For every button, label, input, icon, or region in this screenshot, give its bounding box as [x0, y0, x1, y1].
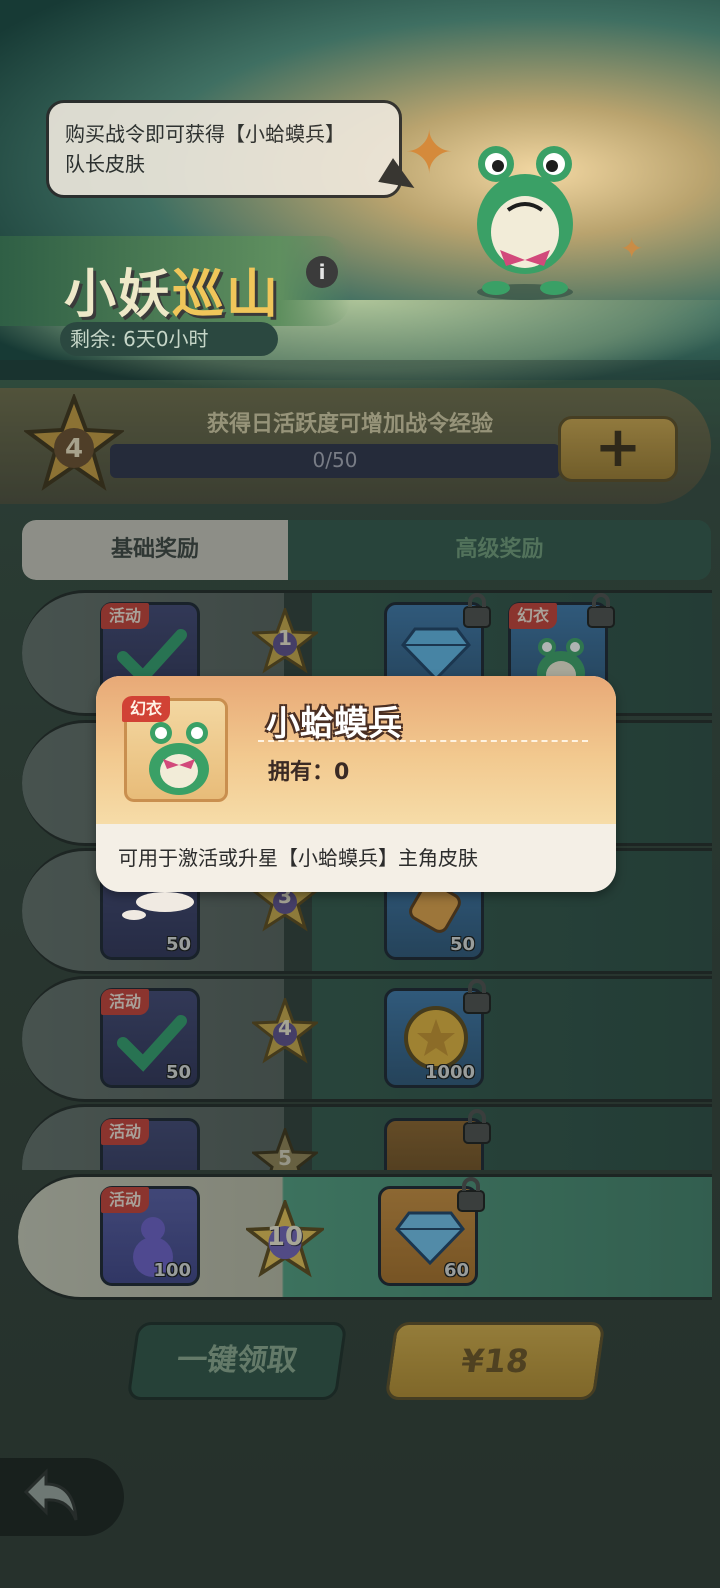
sparkle-icon: ✦ [404, 118, 455, 188]
tooltip-tail [136, 892, 194, 912]
skin-tag: 幻衣 [509, 603, 558, 629]
time-remaining: 剩余: 6天0小时 [60, 322, 278, 356]
lock-icon [463, 593, 491, 628]
level-star-icon: 4 [24, 394, 124, 491]
speech-line-2: 队长皮肤 [65, 152, 145, 176]
diamond-icon [395, 1211, 465, 1266]
title-part-1: 小妖 [64, 265, 173, 325]
tooltip-description: 可用于激活或升星【小蛤蟆兵】主角皮肤 [118, 846, 478, 870]
event-tag: 活动 [101, 1187, 150, 1213]
event-title: 小妖巡山 [64, 252, 280, 327]
basic-reward-item[interactable]: 活动 50 [100, 988, 200, 1088]
speech-bubble: 购买战令即可获得【小蛤蟆兵】 队长皮肤 [46, 100, 402, 198]
tooltip-item-name: 小蛤蟆兵 [266, 704, 402, 744]
lock-icon [463, 1109, 491, 1144]
title-part-2: 巡山 [172, 265, 281, 325]
lock-icon [463, 979, 491, 1014]
battle-pass-screen: 购买战令即可获得【小蛤蟆兵】 队长皮肤 ✦ ✦ 小妖巡山 i 剩余: 6天0小时… [0, 0, 720, 1588]
tab-premium-rewards[interactable]: 高级奖励 [288, 520, 711, 580]
speech-line-1: 购买战令即可获得【小蛤蟆兵】 [65, 122, 345, 146]
tooltip-divider [258, 740, 588, 742]
frog-character [477, 146, 573, 300]
basic-reward-item[interactable]: 活动 [100, 1118, 200, 1170]
tab-basic-rewards[interactable]: 基础奖励 [22, 520, 288, 580]
back-arrow-icon [23, 1468, 78, 1521]
current-level: 4 [65, 434, 83, 464]
reward-amount: 50 [165, 1062, 191, 1083]
sparkle-icon: ✦ [620, 232, 644, 265]
lock-icon [457, 1177, 485, 1212]
frog-icon [149, 722, 209, 795]
info-icon[interactable]: i [306, 256, 338, 288]
level-hint: 获得日活跃度可增加战令经验 [206, 412, 493, 437]
reward-amount: 50 [449, 934, 475, 955]
row-level-number: 4 [278, 1016, 292, 1040]
milestone-basic-item[interactable]: 活动 100 [100, 1186, 200, 1286]
milestone-premium-item[interactable]: 60 [378, 1177, 485, 1286]
row-level-number: 1 [278, 626, 292, 650]
milestone-level-number: 10 [266, 1222, 304, 1252]
diamond-icon [401, 627, 471, 682]
buy-pass-button[interactable]: ¥18 [384, 1322, 606, 1400]
premium-reward-item[interactable] [384, 1109, 491, 1170]
event-tag: 活动 [101, 1119, 150, 1145]
claim-all-button[interactable]: 一键领取 [126, 1322, 348, 1400]
add-exp-button[interactable]: + [558, 416, 678, 482]
event-tag: 活动 [101, 989, 150, 1015]
row-level-number: 5 [278, 1146, 292, 1170]
reward-amount: 60 [443, 1260, 469, 1281]
premium-reward-item[interactable]: 1000 [384, 979, 491, 1088]
item-tooltip: 幻衣 小蛤蟆兵 拥有：0 可用于激活或升星【小蛤蟆兵】主角皮肤 [96, 676, 616, 892]
reward-amount: 50 [165, 934, 191, 955]
event-tag: 活动 [101, 603, 150, 629]
reward-amount: 100 [153, 1260, 191, 1281]
reward-amount: 1000 [424, 1062, 475, 1083]
tooltip-tail [122, 910, 146, 920]
back-button[interactable] [0, 1458, 124, 1536]
plus-icon: + [594, 415, 642, 480]
exp-progress-text: 0/50 [312, 448, 358, 472]
tooltip-skin-tag: 幻衣 [122, 696, 171, 722]
reward-tabs: 基础奖励 高级奖励 [22, 520, 711, 580]
tooltip-owned-count: 拥有：0 [268, 760, 350, 785]
lock-icon [587, 593, 615, 628]
